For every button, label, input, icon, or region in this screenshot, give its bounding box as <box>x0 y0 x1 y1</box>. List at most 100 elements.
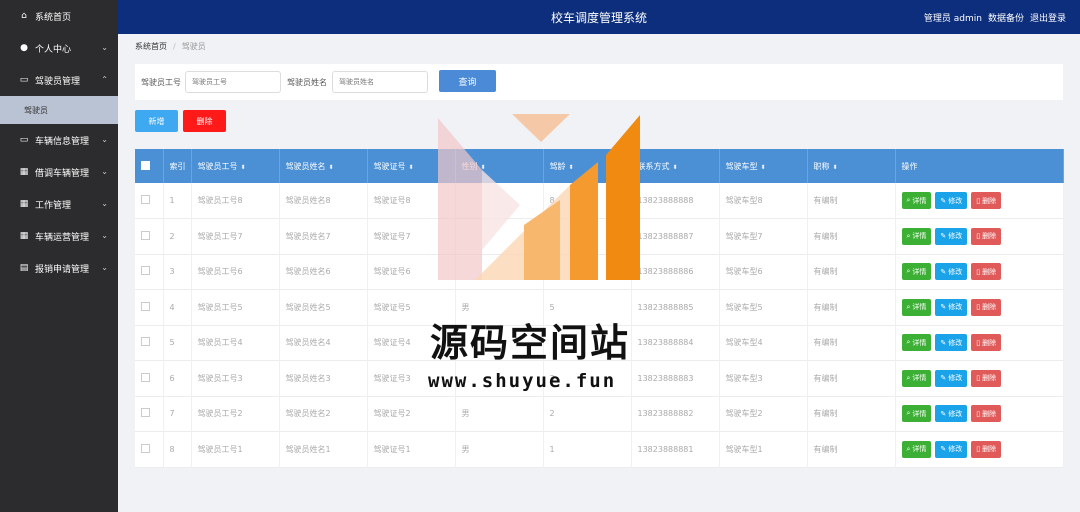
sidebar-item-home[interactable]: ⌂ 系统首页 <box>0 0 118 32</box>
col-label: 驾驶车型 <box>725 161 758 171</box>
detail-button[interactable]: ⌕ 详情 <box>901 227 932 245</box>
detail-button[interactable]: ⌕ 详情 <box>901 369 932 387</box>
edit-button[interactable]: ✎ 修改 <box>935 263 968 281</box>
col-ops: 操作 <box>895 149 1064 183</box>
sidebar-item-label: 驾驶员管理 <box>35 76 81 87</box>
detail-button[interactable]: ⌕ 详情 <box>901 334 932 352</box>
backup-link[interactable]: 数据备份 <box>988 11 1024 24</box>
row-delete-button[interactable]: ▯ 删除 <box>971 369 1002 387</box>
top-header: 校车调度管理系统 管理员 admin 数据备份 退出登录 <box>118 0 1080 34</box>
row-checkbox[interactable] <box>141 195 150 204</box>
sidebar-item-operations[interactable]: ▦ 车辆运营管理 ⌄ <box>0 220 118 252</box>
sort-icon[interactable]: ⬍ <box>409 164 414 171</box>
row-delete-button[interactable]: ▯ 删除 <box>971 440 1002 458</box>
row-delete-button[interactable]: ▯ 删除 <box>971 227 1002 245</box>
driver-name-input[interactable] <box>332 71 428 93</box>
sidebar-item-drivers[interactable]: ▭ 驾驶员管理 ⌃ <box>0 64 118 96</box>
sidebar-item-vehicles[interactable]: ▭ 车辆信息管理 ⌄ <box>0 124 118 156</box>
cell-years: 2 <box>543 396 632 432</box>
row-select-cell[interactable] <box>135 254 164 290</box>
sort-icon[interactable]: ⬍ <box>569 164 574 171</box>
row-checkbox[interactable] <box>141 372 150 382</box>
row-delete-button[interactable]: ▯ 删除 <box>971 192 1002 209</box>
sidebar-subitem-driver[interactable]: 驾驶员 <box>0 96 118 124</box>
cell-id: 驾驶员工号1 <box>191 431 280 467</box>
select-all-checkbox[interactable] <box>141 160 150 170</box>
col-license[interactable]: 驾驶证号 ⬍ <box>367 149 456 183</box>
breadcrumb-separator: / <box>173 42 176 51</box>
row-checkbox[interactable] <box>141 301 150 311</box>
row-checkbox[interactable] <box>141 230 150 240</box>
row-checkbox[interactable] <box>141 266 150 276</box>
row-select-cell[interactable] <box>135 431 164 467</box>
sidebar-item-label: 报销申请管理 <box>35 264 90 275</box>
row-checkbox[interactable] <box>141 408 150 418</box>
row-checkbox[interactable] <box>141 337 150 347</box>
logout-link[interactable]: 退出登录 <box>1030 11 1066 24</box>
add-button[interactable]: 新增 <box>135 110 178 132</box>
cell-car: 驾驶车型6 <box>719 254 808 290</box>
col-phone[interactable]: 联系方式 ⬍ <box>631 149 720 183</box>
sort-icon[interactable]: ⬍ <box>761 164 766 171</box>
sort-icon[interactable]: ⬍ <box>673 164 678 171</box>
breadcrumb-home[interactable]: 系统首页 <box>135 42 167 51</box>
edit-button[interactable]: ✎ 修改 <box>935 369 968 387</box>
query-button[interactable]: 查询 <box>439 70 496 92</box>
cell-license: 驾驶证号1 <box>367 431 456 467</box>
detail-button[interactable]: ⌕ 详情 <box>901 192 932 209</box>
detail-label: 详情 <box>912 232 927 241</box>
col-driver-id[interactable]: 驾驶员工号 ⬍ <box>191 149 280 183</box>
sort-icon[interactable]: ⬍ <box>481 164 486 171</box>
row-select-cell[interactable] <box>135 360 164 396</box>
cell-years <box>543 254 632 290</box>
cell-phone: 13823888885 <box>631 289 720 325</box>
col-car[interactable]: 驾驶车型 ⬍ <box>719 149 808 183</box>
col-gender[interactable]: 性别 ⬍ <box>455 149 544 183</box>
driver-id-input[interactable] <box>185 71 281 93</box>
detail-button[interactable]: ⌕ 详情 <box>901 440 932 458</box>
cell-title: 有编制 <box>807 254 896 290</box>
sort-icon[interactable]: ⬍ <box>329 164 334 171</box>
chevron-down-icon: ⌄ <box>101 43 108 52</box>
cell-idx: 6 <box>163 360 192 396</box>
detail-button[interactable]: ⌕ 详情 <box>901 405 932 423</box>
cell-title: 有编制 <box>807 431 896 467</box>
delete-button[interactable]: 删除 <box>183 110 226 132</box>
row-delete-button[interactable]: ▯ 删除 <box>971 298 1002 316</box>
delete-label: 删除 <box>982 267 997 276</box>
row-select-cell[interactable] <box>135 289 164 325</box>
edit-button[interactable]: ✎ 修改 <box>935 227 968 245</box>
edit-button[interactable]: ✎ 修改 <box>935 334 968 352</box>
cell-years <box>543 218 632 254</box>
edit-button[interactable]: ✎ 修改 <box>935 192 968 209</box>
edit-button[interactable]: ✎ 修改 <box>935 440 968 458</box>
select-all-cell[interactable] <box>135 149 164 183</box>
edit-button[interactable]: ✎ 修改 <box>935 405 968 423</box>
row-select-cell[interactable] <box>135 183 164 219</box>
sort-icon[interactable]: ⬍ <box>241 164 246 171</box>
sidebar-item-work[interactable]: ▦ 工作管理 ⌄ <box>0 188 118 220</box>
row-select-cell[interactable] <box>135 218 164 254</box>
detail-button[interactable]: ⌕ 详情 <box>901 298 932 316</box>
sidebar-item-loan-vehicles[interactable]: ▦ 借调车辆管理 ⌄ <box>0 156 118 188</box>
col-years[interactable]: 驾龄 ⬍ <box>543 149 632 183</box>
detail-button[interactable]: ⌕ 详情 <box>901 263 932 281</box>
col-title[interactable]: 职称 ⬍ <box>807 149 896 183</box>
edit-button[interactable]: ✎ 修改 <box>935 298 968 316</box>
col-index: 索引 <box>163 149 192 183</box>
trash-icon: ▯ <box>976 409 981 418</box>
sidebar-item-reimbursement[interactable]: ▤ 报销申请管理 ⌄ <box>0 252 118 284</box>
clipboard-icon: ▤ <box>19 263 29 273</box>
row-select-cell[interactable] <box>135 325 164 361</box>
chevron-up-icon: ⌃ <box>101 75 108 84</box>
row-delete-button[interactable]: ▯ 删除 <box>971 405 1002 423</box>
sort-icon[interactable]: ⬍ <box>833 164 838 171</box>
row-checkbox[interactable] <box>141 443 150 453</box>
cell-gender <box>455 218 544 254</box>
trash-icon: ▯ <box>976 232 981 241</box>
sidebar-item-profile[interactable]: ● 个人中心 ⌄ <box>0 32 118 64</box>
col-driver-name[interactable]: 驾驶员姓名 ⬍ <box>279 149 368 183</box>
row-select-cell[interactable] <box>135 396 164 432</box>
row-delete-button[interactable]: ▯ 删除 <box>971 334 1002 352</box>
row-delete-button[interactable]: ▯ 删除 <box>971 263 1002 281</box>
